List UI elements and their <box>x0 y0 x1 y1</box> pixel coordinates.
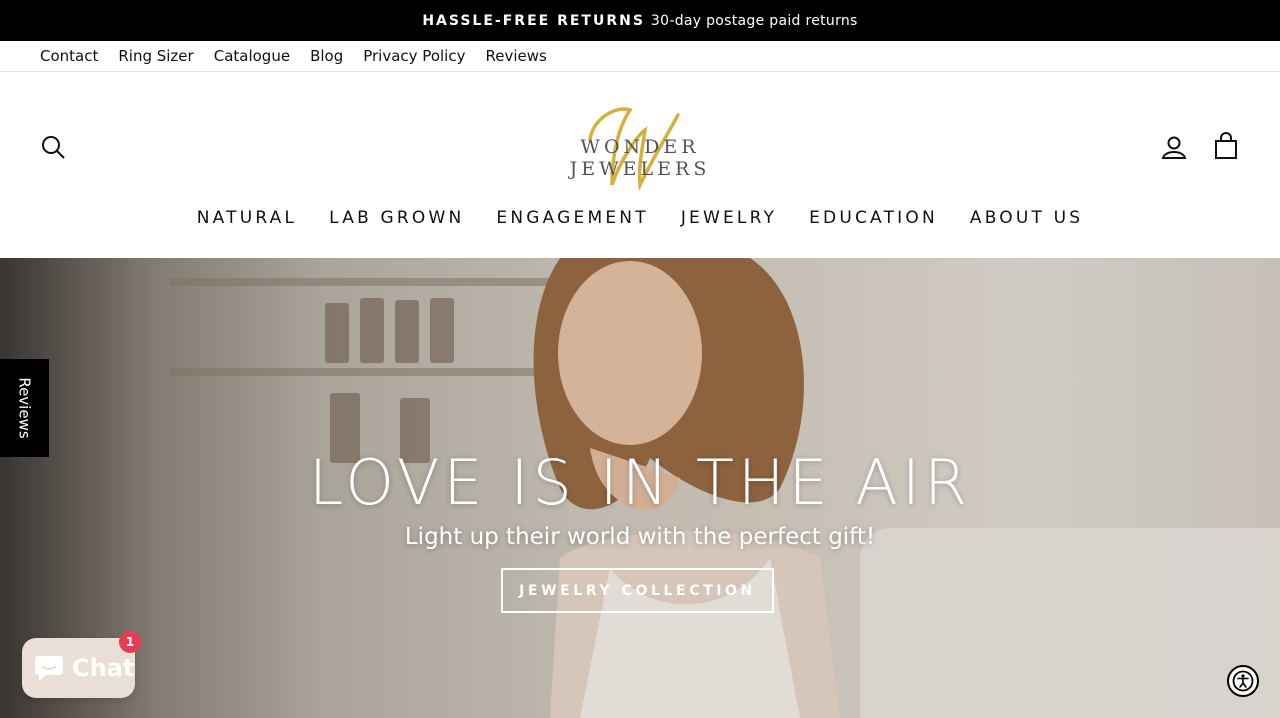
hero-subtitle: Light up their world with the perfect gi… <box>404 524 876 550</box>
announcement-bar: HASSLE-FREE RETURNS 30-day postage paid … <box>0 0 1280 41</box>
announcement-bold: HASSLE-FREE RETURNS <box>422 12 645 29</box>
utility-link-catalogue[interactable]: Catalogue <box>214 47 290 65</box>
cart-icon[interactable] <box>1213 132 1241 162</box>
chat-button[interactable]: Chat <box>22 638 135 698</box>
announcement-text: 30-day postage paid returns <box>650 12 858 29</box>
nav-lab-grown[interactable]: LAB GROWN <box>329 208 464 232</box>
logo-text: WONDER JEWELERS <box>569 136 711 180</box>
nav-natural[interactable]: NATURAL <box>197 208 297 232</box>
nav-engagement[interactable]: ENGAGEMENT <box>496 208 648 232</box>
utility-nav: Contact Ring Sizer Catalogue Blog Privac… <box>0 41 1280 72</box>
utility-link-reviews[interactable]: Reviews <box>485 47 546 65</box>
nav-jewelry[interactable]: JEWELRY <box>681 208 777 232</box>
utility-link-ring-sizer[interactable]: Ring Sizer <box>118 47 193 65</box>
reviews-tab-label: Reviews <box>15 377 34 439</box>
chat-label: Chat <box>72 654 135 682</box>
site-header: WONDER JEWELERS NATURAL LAB GROWN ENGAGE… <box>0 72 1280 258</box>
nav-education[interactable]: EDUCATION <box>809 208 938 232</box>
nav-about-us[interactable]: ABOUT US <box>970 208 1083 232</box>
chat-bubble-icon <box>35 656 63 681</box>
hero-banner: LOVE IS IN THE AIR Light up their world … <box>0 258 1280 718</box>
reviews-side-tab[interactable]: Reviews <box>0 359 49 457</box>
accessibility-icon[interactable] <box>1227 665 1259 697</box>
utility-link-blog[interactable]: Blog <box>310 47 343 65</box>
utility-link-contact[interactable]: Contact <box>40 47 98 65</box>
jewelry-collection-button[interactable]: JEWELRY COLLECTION <box>501 568 774 613</box>
account-icon[interactable] <box>1160 134 1188 162</box>
main-nav: NATURAL LAB GROWN ENGAGEMENT JEWELRY EDU… <box>0 208 1280 232</box>
utility-link-privacy-policy[interactable]: Privacy Policy <box>363 47 465 65</box>
chat-unread-badge: 1 <box>119 631 141 653</box>
hero-title: LOVE IS IN THE AIR <box>308 446 972 519</box>
search-icon[interactable] <box>40 134 68 162</box>
logo[interactable]: WONDER JEWELERS <box>520 100 760 190</box>
